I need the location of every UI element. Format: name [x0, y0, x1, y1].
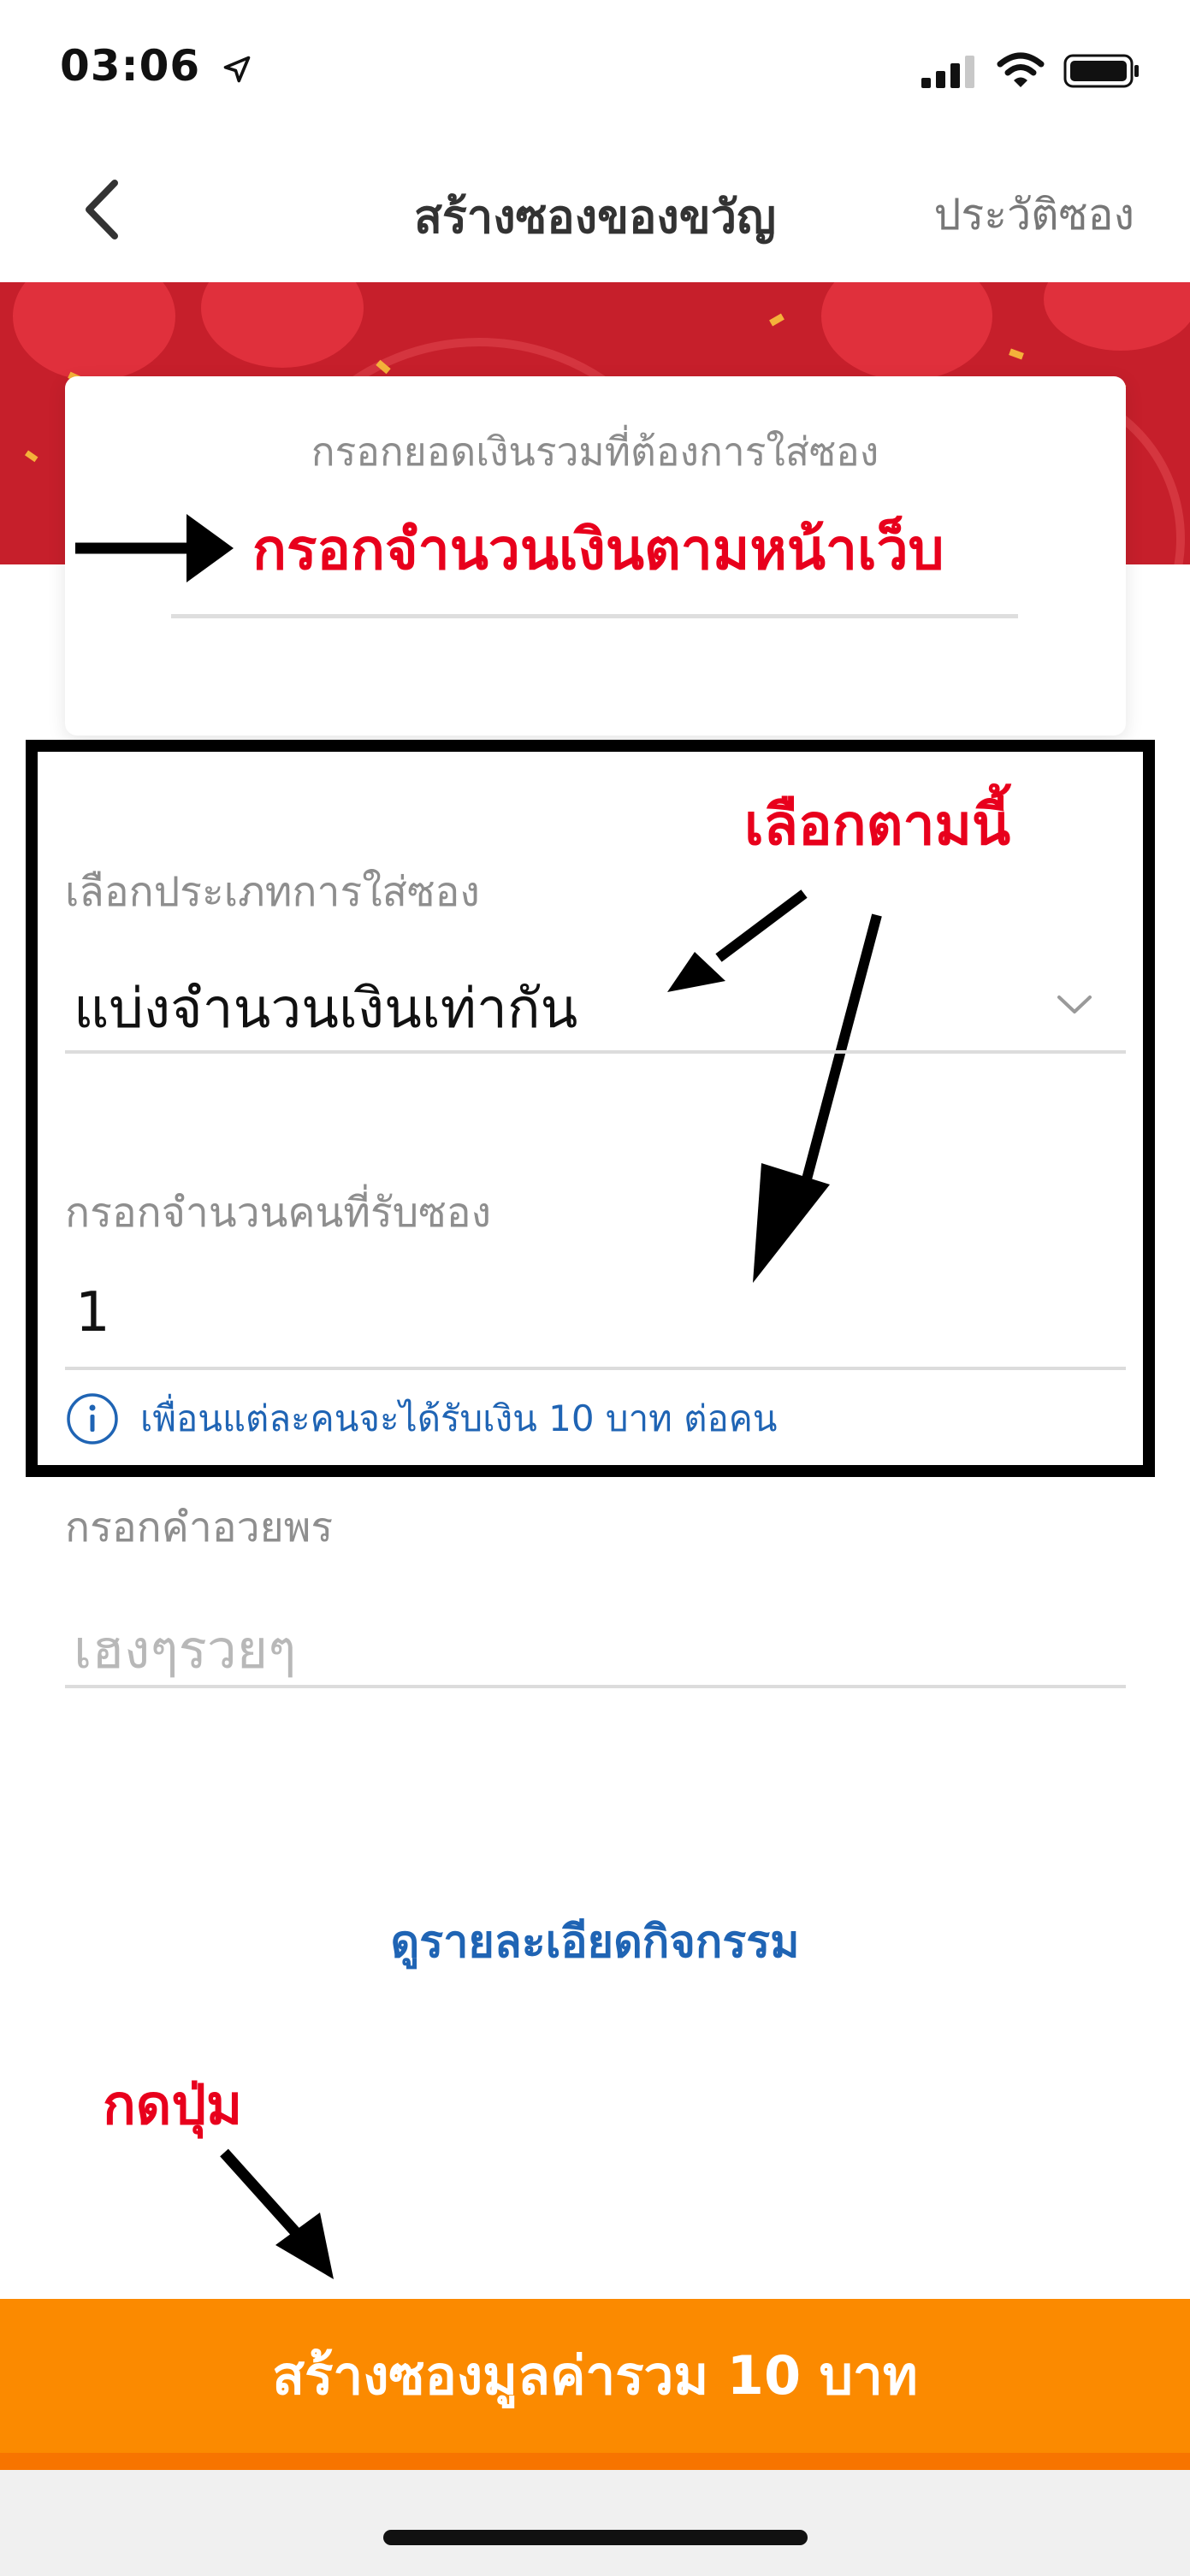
- amount-input[interactable]: [171, 614, 1018, 618]
- type-label: เลือกประเภทการใส่ซอง: [65, 868, 480, 916]
- type-underline: [65, 1050, 1126, 1054]
- info-text: เพื่อนแต่ละคนจะได้รับเงิน 10 บาท ต่อคน: [140, 1397, 778, 1439]
- create-envelope-label: สร้างซองมูลค่ารวม 10 บาท: [272, 2344, 918, 2407]
- count-input[interactable]: 1: [75, 1281, 110, 1344]
- wish-input[interactable]: เฮงๆรวยๆ: [74, 1608, 296, 1692]
- info-row: เพื่อนแต่ละคนจะได้รับเงิน 10 บาท ต่อคน: [65, 1391, 778, 1447]
- status-time: 03:06: [60, 41, 252, 91]
- info-icon: [67, 1393, 118, 1445]
- create-envelope-button[interactable]: สร้างซองมูลค่ารวม 10 บาท: [0, 2299, 1190, 2470]
- annotation-arrow-to-button: [220, 2148, 334, 2279]
- annotation-press-button: กดปุ่ม: [103, 2074, 243, 2137]
- location-arrow-icon: [223, 56, 250, 82]
- type-select[interactable]: แบ่งจำนวนเงินเท่ากัน: [74, 965, 577, 1052]
- status-icons: [921, 50, 1140, 92]
- annotation-arrow-right: [75, 514, 234, 582]
- details-link[interactable]: ดูรายละเอียดกิจกรรม: [0, 1905, 1190, 1976]
- count-label: กรอกจำนวนคนที่รับซอง: [65, 1189, 492, 1237]
- chevron-down-icon[interactable]: [1054, 984, 1095, 1025]
- annotation-select-as-shown: เลือกตามนี้: [744, 792, 1011, 858]
- annotation-arrow-to-count: [753, 913, 882, 1283]
- home-area: [0, 2470, 1190, 2576]
- history-link[interactable]: ประวัติซอง: [934, 181, 1134, 249]
- wish-underline: [65, 1685, 1126, 1688]
- battery-icon: [1063, 54, 1139, 88]
- amount-label: กรอกยอดเงินรวมที่ต้องการใส่ซอง: [311, 428, 879, 475]
- wifi-icon: [997, 52, 1045, 87]
- wish-label: กรอกคำอวยพร: [65, 1504, 334, 1551]
- home-indicator[interactable]: [383, 2530, 808, 2545]
- count-underline: [65, 1367, 1126, 1370]
- signal-icon: [921, 56, 974, 88]
- annotation-enter-amount: กรอกจำนวนเงินตามหน้าเว็บ: [252, 517, 944, 582]
